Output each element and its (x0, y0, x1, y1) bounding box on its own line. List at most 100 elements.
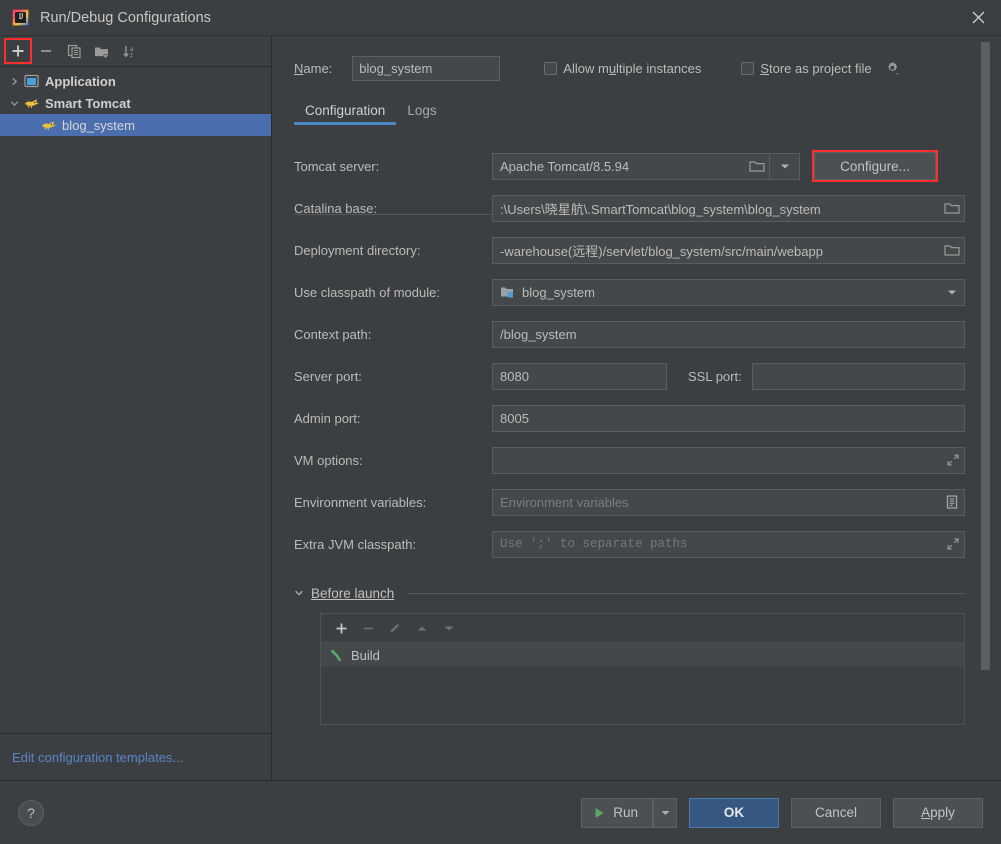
move-task-up-button[interactable] (410, 617, 434, 639)
tree-item-label: Application (45, 73, 116, 89)
move-task-down-button[interactable] (437, 617, 461, 639)
configure-button-label: Configure... (840, 158, 910, 174)
sort-configurations-button[interactable]: a z (117, 39, 143, 63)
dialog-title: Run/Debug Configurations (40, 9, 211, 26)
ssl-port-input[interactable] (751, 362, 965, 390)
expand-icon[interactable] (946, 448, 960, 473)
tree-item-blog-system[interactable]: blog_system (0, 114, 271, 136)
tomcat-server-label: Tomcat server: (294, 158, 380, 174)
before-launch-panel: Build (320, 613, 965, 725)
use-classpath-of-module-value: blog_system (522, 284, 595, 300)
folder-icon[interactable] (749, 154, 765, 179)
run-dropdown-button[interactable] (653, 797, 677, 828)
chevron-down-icon[interactable] (294, 588, 304, 598)
environment-variables-placeholder: Environment variables (500, 494, 629, 510)
before-launch-toolbar (321, 614, 964, 643)
field-row-deployment-directory: Deployment directory: -warehouse(远程)/ser… (294, 229, 965, 271)
context-path-value: /blog_system (500, 326, 577, 342)
module-icon (500, 285, 515, 299)
edit-task-button[interactable] (383, 617, 407, 639)
name-label: Name: (294, 60, 333, 76)
configuration-form: Tomcat server: Apache Tomcat/8.5.94 Conf… (294, 145, 1001, 565)
tab-configuration[interactable]: Configuration (294, 103, 397, 125)
tab-bar: Configuration Logs (294, 95, 1001, 125)
checkbox-box[interactable] (544, 61, 558, 75)
add-task-button[interactable] (329, 617, 353, 639)
chevron-down-icon[interactable] (947, 289, 957, 296)
field-row-tomcat-server: Tomcat server: Apache Tomcat/8.5.94 Conf… (294, 145, 965, 187)
context-path-label: Context path: (294, 326, 372, 342)
sidebar-footer: Edit configuration templates... (0, 733, 271, 780)
tree-item-application[interactable]: Application (0, 70, 271, 92)
chevron-right-icon[interactable] (6, 77, 23, 86)
before-launch-divider (407, 592, 965, 594)
field-row-context-path: Context path: /blog_system (294, 313, 965, 355)
ssl-port-label: SSL port: (688, 368, 742, 384)
gear-icon[interactable] (885, 61, 900, 76)
tab-logs[interactable]: Logs (396, 103, 447, 125)
dialog-body: a z Application Smart Tomcat blog_system… (0, 35, 1001, 780)
admin-port-value: 8005 (500, 410, 529, 426)
field-row-environment-variables: Environment variables: Environment varia… (294, 481, 965, 523)
remove-task-button[interactable] (356, 617, 380, 639)
add-configuration-button[interactable] (4, 38, 32, 64)
new-folder-button[interactable] (89, 39, 115, 63)
list-edit-icon[interactable] (944, 490, 960, 515)
before-launch-task-list: Build (321, 643, 964, 724)
catalina-base-input[interactable]: :\Users\晓星航\.SmartTomcat\blog_system\blo… (492, 194, 965, 222)
sidebar-toolbar: a z (0, 36, 271, 67)
configure-button[interactable]: Configure... (812, 150, 938, 182)
server-port-input[interactable]: 8080 (492, 362, 667, 390)
apply-button[interactable]: Apply (893, 797, 983, 828)
checkbox-box[interactable] (741, 61, 755, 75)
extra-jvm-classpath-label: Extra JVM classpath: (294, 536, 417, 552)
field-row-extra-jvm-classpath: Extra JVM classpath: Use ';' to separate… (294, 523, 965, 565)
tomcat-icon (40, 117, 57, 133)
main-scrollbar[interactable] (981, 42, 990, 770)
ok-button[interactable]: OK (689, 797, 779, 828)
run-debug-configurations-dialog: Run/Debug Configurations (0, 0, 1001, 844)
help-button[interactable]: ? (18, 799, 44, 826)
expand-icon[interactable] (946, 532, 960, 557)
before-launch-header[interactable]: Before launch (294, 583, 965, 603)
close-icon[interactable] (955, 0, 1001, 35)
configurations-sidebar: a z Application Smart Tomcat blog_system… (0, 36, 272, 780)
folder-icon[interactable] (944, 196, 960, 221)
store-as-project-file-label: Store as project file (760, 60, 872, 76)
environment-variables-input[interactable]: Environment variables (492, 488, 965, 516)
tree-item-label: blog_system (62, 117, 135, 133)
footer-buttons: Run OK Cancel Apply (581, 797, 983, 828)
copy-configuration-button[interactable] (61, 39, 87, 63)
configurations-tree: Application Smart Tomcat blog_system (0, 67, 271, 733)
field-row-use-classpath-of-module: Use classpath of module: blog_system (294, 271, 965, 313)
context-path-input[interactable]: /blog_system (492, 320, 965, 348)
folder-icon[interactable] (944, 238, 960, 263)
field-row-admin-port: Admin port: 8005 (294, 397, 965, 439)
remove-configuration-button[interactable] (33, 39, 59, 63)
application-icon (23, 73, 40, 89)
before-launch-task-item[interactable]: Build (321, 643, 964, 667)
use-classpath-of-module-combobox[interactable]: blog_system (492, 278, 965, 306)
name-row: Name: Allow multiple instances Store as … (294, 51, 1001, 85)
store-as-project-file-checkbox[interactable]: Store as project file (741, 61, 899, 76)
field-row-catalina-base: Catalina base: :\Users\晓星航\.SmartTomcat\… (294, 187, 965, 229)
allow-multiple-instances-checkbox[interactable]: Allow multiple instances (544, 61, 701, 76)
catalina-base-value: :\Users\晓星航\.SmartTomcat\blog_system\blo… (500, 201, 821, 217)
run-button[interactable]: Run (581, 797, 653, 828)
name-input[interactable] (352, 55, 501, 81)
vm-options-input[interactable] (492, 446, 965, 474)
tree-item-label: Smart Tomcat (45, 95, 131, 111)
edit-configuration-templates-link[interactable]: Edit configuration templates... (12, 750, 183, 765)
deployment-directory-label: Deployment directory: (294, 242, 421, 258)
tomcat-server-dropdown-button[interactable] (770, 152, 800, 180)
tomcat-icon (23, 95, 40, 111)
admin-port-input[interactable]: 8005 (492, 404, 965, 432)
tree-item-smart-tomcat[interactable]: Smart Tomcat (0, 92, 271, 114)
chevron-down-icon[interactable] (6, 99, 23, 108)
tomcat-server-input[interactable]: Apache Tomcat/8.5.94 (492, 152, 770, 180)
scrollbar-thumb[interactable] (981, 42, 990, 670)
cancel-button[interactable]: Cancel (791, 797, 881, 828)
play-icon (594, 807, 605, 819)
deployment-directory-input[interactable]: -warehouse(远程)/servlet/blog_system/src/m… (492, 236, 965, 264)
extra-jvm-classpath-input[interactable]: Use ';' to separate paths (492, 530, 965, 558)
